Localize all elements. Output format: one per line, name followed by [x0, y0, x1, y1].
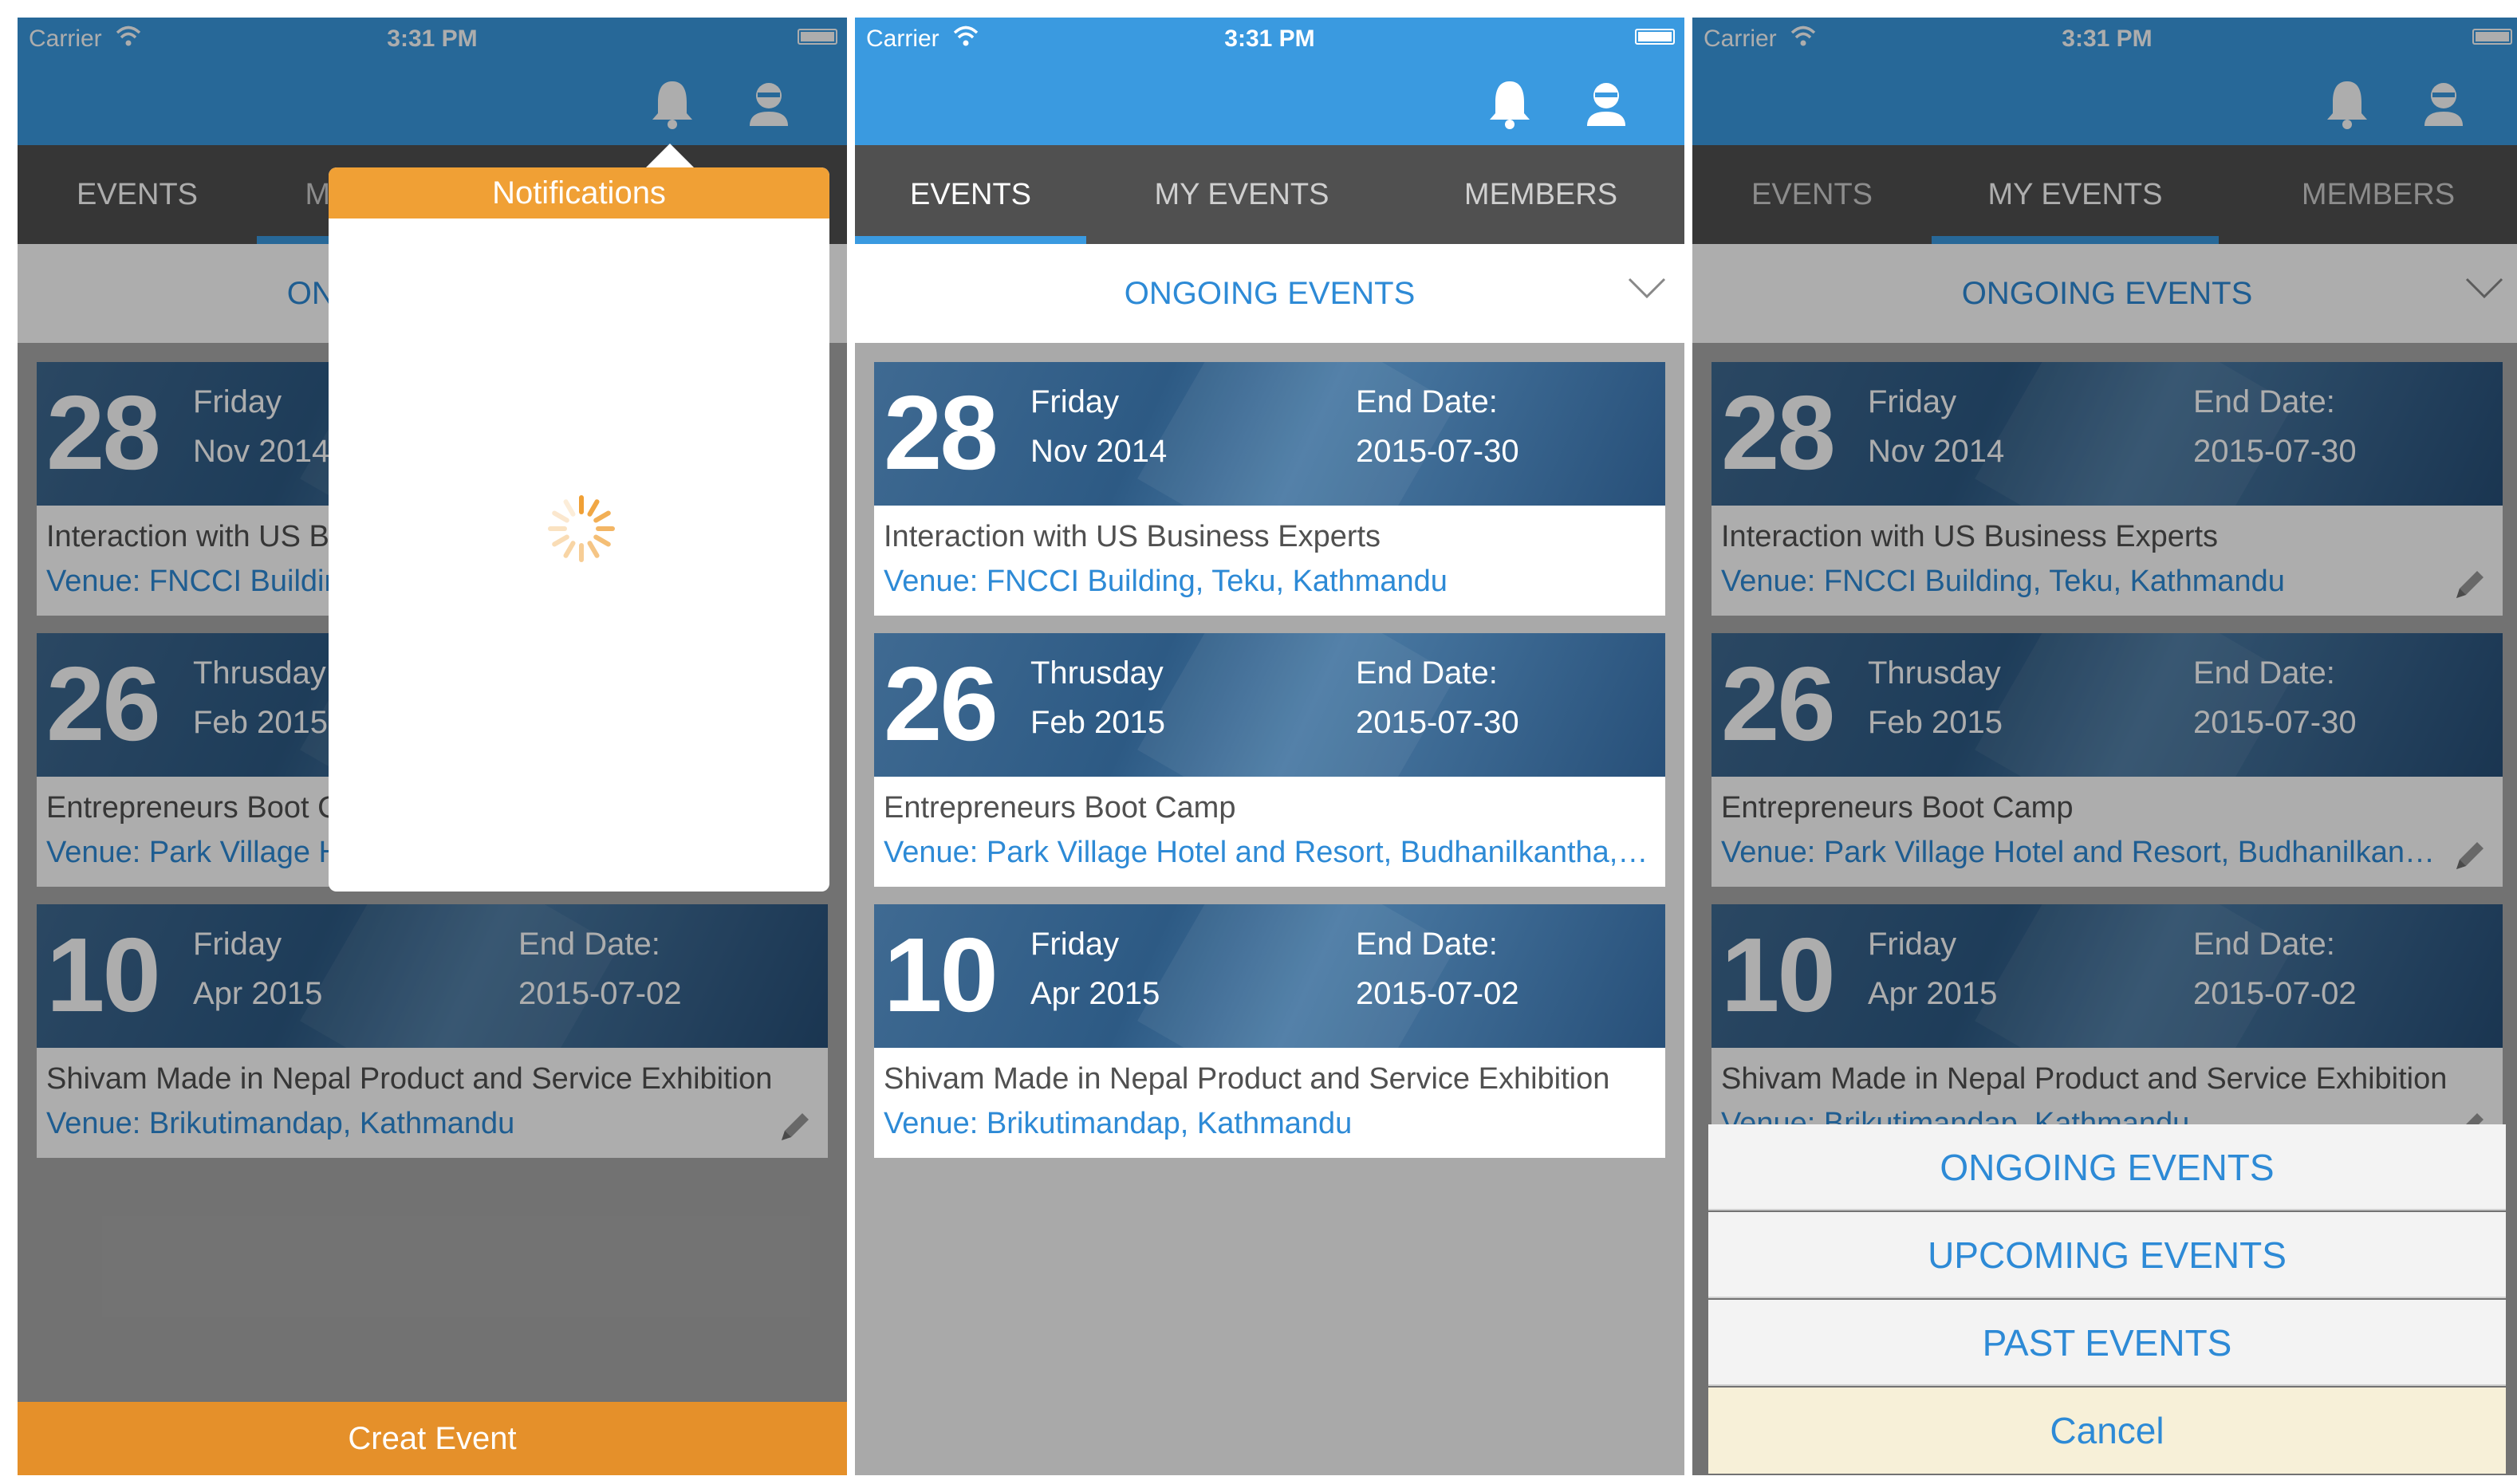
end-date-value: 2015-07-30 — [1356, 705, 1519, 740]
event-filter-action-sheet: ONGOING EVENTS UPCOMING EVENTS PAST EVEN… — [1708, 1124, 2506, 1475]
event-date-header: 26 Thrusday Feb 2015 End Date: 2015-07-3… — [874, 633, 1665, 777]
option-ongoing-events[interactable]: ONGOING EVENTS — [1708, 1124, 2506, 1210]
event-day: 26 — [884, 645, 999, 762]
event-card[interactable]: 10 Friday Apr 2015 End Date: 2015-07-02 … — [874, 904, 1665, 1158]
cancel-button[interactable]: Cancel — [1708, 1388, 2506, 1474]
event-date-header: 10 Friday Apr 2015 End Date: 2015-07-02 — [874, 904, 1665, 1048]
popover-arrow — [646, 144, 694, 167]
tab-bar: EVENTS MY EVENTS MEMBERS — [855, 145, 1684, 244]
event-date-header: 28 Friday Nov 2014 End Date: 2015-07-30 — [874, 362, 1665, 506]
event-card[interactable]: 26 Thrusday Feb 2015 End Date: 2015-07-3… — [874, 633, 1665, 887]
screen-events: Carrier 3:31 PM EVENTS MY EVENTS MEMBERS… — [855, 18, 1684, 1475]
tab-events[interactable]: EVENTS — [855, 145, 1086, 244]
option-upcoming-events[interactable]: UPCOMING EVENTS — [1708, 1212, 2506, 1298]
nav-bar — [855, 64, 1684, 145]
end-date-value: 2015-07-02 — [1356, 976, 1519, 1011]
clock-time: 3:31 PM — [1224, 26, 1315, 52]
screen-my-events: Carrier 3:31 PM EVENTS MY EVENTS MEMBERS… — [1692, 18, 2517, 1475]
end-date-label: End Date: — [1356, 384, 1498, 419]
screen-notifications: Carrier 3:31 PM EVENTS MY EVENTS ONGOING… — [18, 18, 847, 1475]
event-day: 10 — [884, 916, 999, 1033]
spinner-icon — [548, 495, 615, 562]
user-icon[interactable] — [1584, 80, 1629, 129]
event-details: Shivam Made in Nepal Product and Service… — [874, 1048, 1665, 1158]
event-title: Interaction with US Business Experts — [884, 520, 1381, 553]
event-month-year: Apr 2015 — [1030, 976, 1160, 1011]
event-venue: Venue: Brikutimandap, Kathmandu — [884, 1107, 1353, 1140]
tab-members[interactable]: MEMBERS — [1397, 145, 1684, 244]
event-title: Entrepreneurs Boot Camp — [884, 791, 1236, 825]
event-venue: Venue: FNCCI Building, Teku, Kathmandu — [884, 565, 1448, 598]
event-details: Entrepreneurs Boot Camp Venue: Park Vill… — [874, 777, 1665, 887]
filter-label: ONGOING EVENTS — [1124, 276, 1416, 311]
event-weekday: Thrusday — [1030, 655, 1164, 691]
end-date-label: End Date: — [1356, 927, 1498, 962]
event-title: Shivam Made in Nepal Product and Service… — [884, 1062, 1610, 1096]
battery-icon — [1635, 29, 1675, 45]
bell-icon[interactable] — [1487, 78, 1533, 131]
end-date-value: 2015-07-30 — [1356, 434, 1519, 469]
tab-label: EVENTS — [909, 178, 1032, 211]
popover-title: Notifications — [329, 167, 829, 218]
event-filter-dropdown[interactable]: ONGOING EVENTS — [855, 244, 1684, 343]
event-list: 28 Friday Nov 2014 End Date: 2015-07-30 … — [855, 343, 1684, 1475]
end-date-label: End Date: — [1356, 655, 1498, 691]
option-past-events[interactable]: PAST EVENTS — [1708, 1300, 2506, 1386]
event-weekday: Friday — [1030, 384, 1120, 419]
event-venue: Venue: Park Village Hotel and Resort, Bu… — [884, 836, 1656, 869]
status-bar: Carrier 3:31 PM — [855, 18, 1684, 64]
tab-label: MY EVENTS — [1154, 178, 1329, 211]
chevron-down-icon — [1628, 278, 1666, 299]
event-month-year: Nov 2014 — [1030, 434, 1168, 469]
create-event-button[interactable]: Creat Event — [18, 1402, 847, 1475]
tab-my-events[interactable]: MY EVENTS — [1086, 145, 1397, 244]
event-card[interactable]: 28 Friday Nov 2014 End Date: 2015-07-30 … — [874, 362, 1665, 616]
event-day: 28 — [884, 374, 999, 491]
event-month-year: Feb 2015 — [1030, 705, 1166, 740]
event-details: Interaction with US Business Experts Ven… — [874, 506, 1665, 616]
tab-label: MEMBERS — [1463, 178, 1618, 211]
event-weekday: Friday — [1030, 927, 1120, 962]
notifications-popover: Notifications — [329, 167, 829, 892]
